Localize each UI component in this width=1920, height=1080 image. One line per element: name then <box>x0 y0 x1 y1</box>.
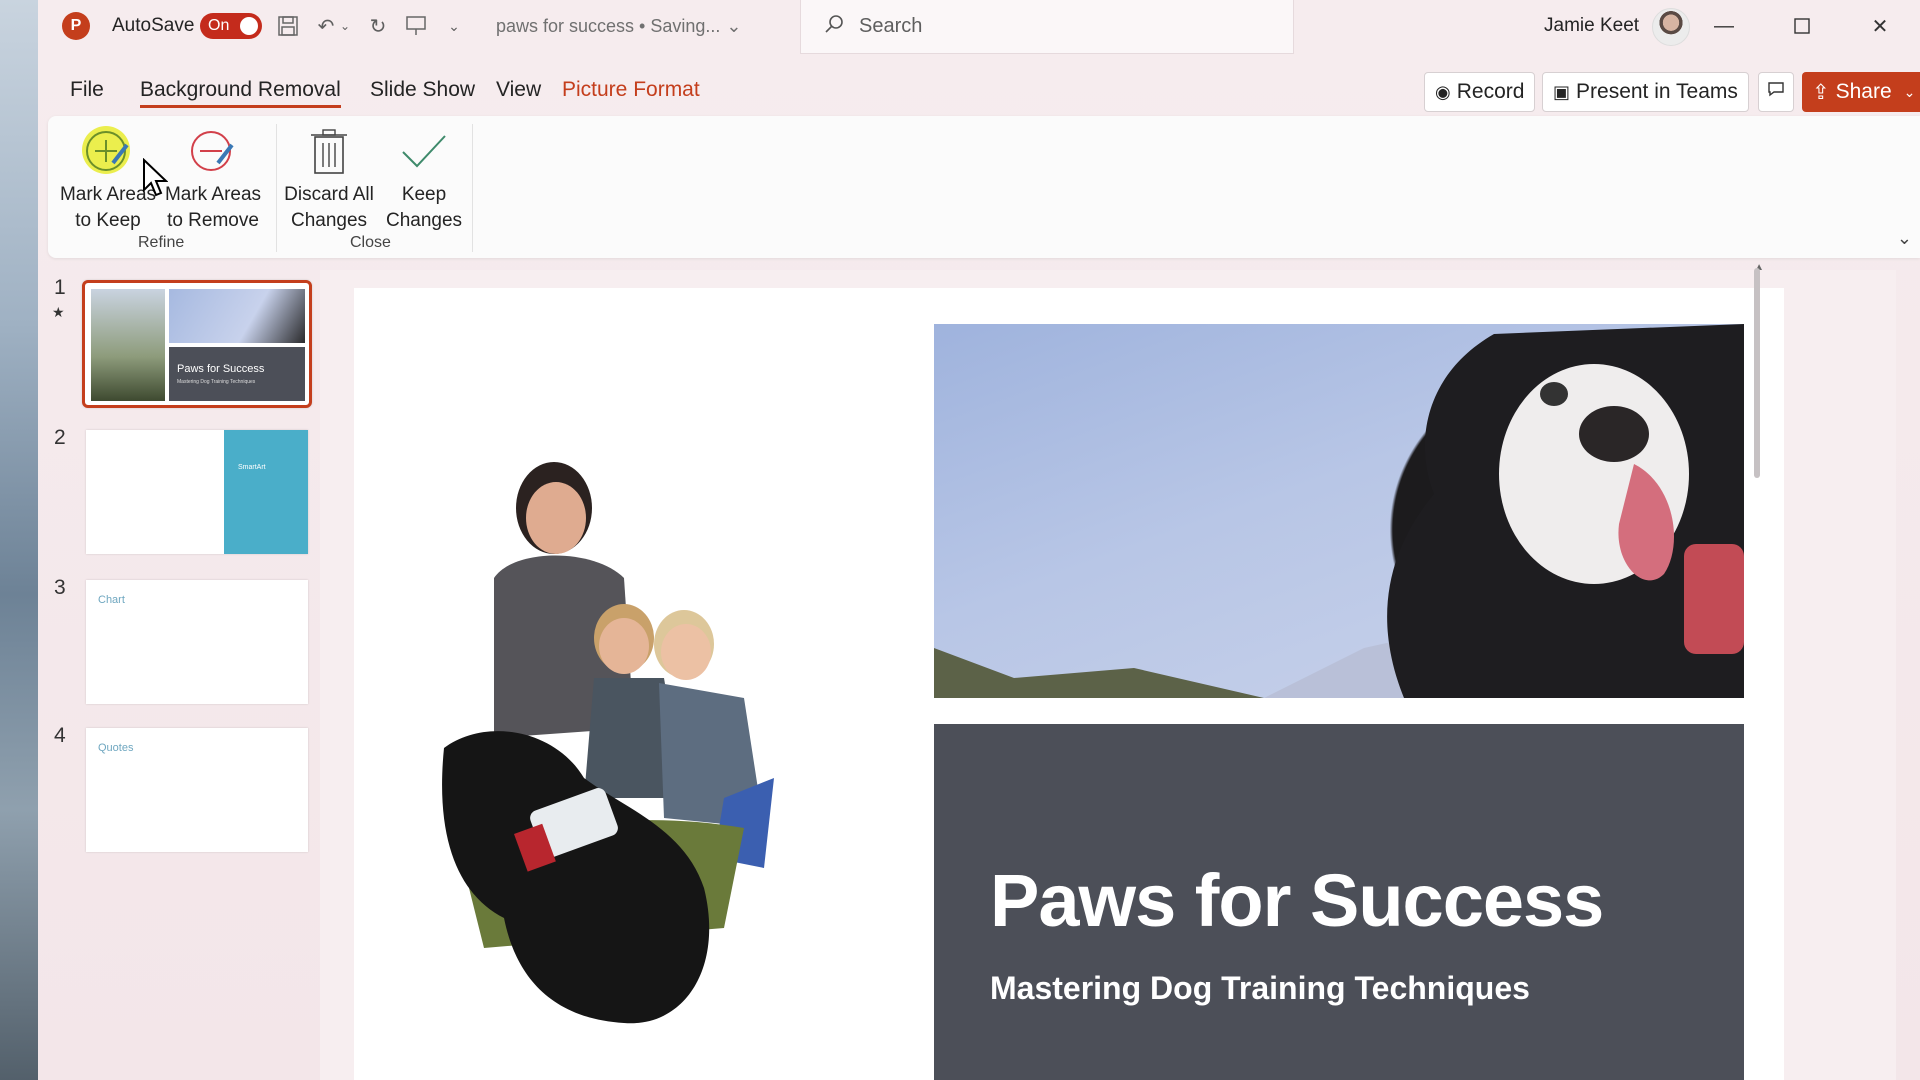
thumb-label: Quotes <box>98 742 134 754</box>
title-bar: P AutoSave On ↶ ⌄ ↻ ⌄ paws for success •… <box>38 0 1920 54</box>
slide-canvas[interactable]: Paws for Success Mastering Dog Training … <box>354 288 1784 1080</box>
tab-background-removal[interactable]: Background Removal <box>140 78 341 108</box>
comments-button[interactable] <box>1758 72 1794 112</box>
autosave-label: AutoSave <box>112 15 195 36</box>
title-panel: Paws for Success Mastering Dog Training … <box>934 724 1744 1080</box>
share-icon: ⇪ <box>1812 80 1830 104</box>
present-from-start-icon[interactable] <box>402 12 430 40</box>
checkmark-icon <box>382 122 466 182</box>
search-placeholder: Search <box>859 15 923 37</box>
share-button[interactable]: ⇪ Share ⌄ <box>1802 72 1920 112</box>
autosave-toggle[interactable]: On <box>200 13 262 39</box>
animation-star-icon: ★ <box>52 304 65 320</box>
ribbon-collapse-chevron-icon[interactable]: ⌄ <box>1897 228 1912 249</box>
slide-title[interactable]: Paws for Success <box>990 858 1604 943</box>
dog-sky-photo[interactable] <box>934 324 1744 698</box>
slide-number: 3 <box>54 576 66 599</box>
trash-icon <box>282 122 376 182</box>
group-separator <box>472 124 473 252</box>
redo-icon[interactable]: ↻ <box>364 12 392 40</box>
slide-thumbnail-panel: 1 ★ Paws for Success Mastering Dog Train… <box>38 262 318 1080</box>
slide-thumbnail-4[interactable]: Quotes <box>86 728 308 852</box>
maximize-icon[interactable] <box>1782 10 1822 42</box>
tab-view[interactable]: View <box>496 78 541 102</box>
chevron-down-icon: ⌄ <box>1903 83 1916 100</box>
thumb-title-panel: Paws for Success Mastering Dog Training … <box>169 347 305 401</box>
mouse-cursor-icon <box>143 158 168 197</box>
slide-number: 1 <box>54 276 66 299</box>
toggle-knob <box>240 17 258 35</box>
present-in-teams-label: Present in Teams <box>1576 80 1738 103</box>
ribbon: Mark Areas to Keep Mark Areas to Remove … <box>48 116 1920 258</box>
comment-icon <box>1767 80 1785 104</box>
teams-icon: ▣ <box>1553 81 1571 102</box>
mark-remove-label-1: Mark Areas <box>164 184 262 205</box>
discard-label-1: Discard All <box>284 184 374 205</box>
slide-subtitle[interactable]: Mastering Dog Training Techniques <box>990 970 1530 1007</box>
thumb-title: Paws for Success <box>177 363 265 375</box>
avatar[interactable] <box>1652 8 1690 46</box>
mark-remove-label-2: to Remove <box>167 210 259 231</box>
close-icon[interactable]: ✕ <box>1860 10 1900 42</box>
group-label-refine: Refine <box>138 234 185 251</box>
thumb-subtitle: Mastering Dog Training Techniques <box>177 379 256 385</box>
tab-picture-format[interactable]: Picture Format <box>562 78 700 102</box>
dog-face-graphic <box>1344 324 1744 698</box>
thumb-dog-photo <box>169 289 305 343</box>
customize-toolbar-icon[interactable]: ⌄ <box>440 12 468 40</box>
thumb-family-photo <box>91 289 165 401</box>
discard-label-2: Changes <box>290 210 368 231</box>
group-label-close: Close <box>350 234 391 251</box>
share-label: Share <box>1835 80 1892 103</box>
slide-thumbnail-1[interactable]: Paws for Success Mastering Dog Training … <box>82 280 312 408</box>
tab-slide-show[interactable]: Slide Show <box>370 78 475 102</box>
thumb-label: Chart <box>98 594 125 606</box>
mark-remove-icon <box>164 122 262 182</box>
mark-areas-to-remove-button[interactable]: Mark Areas to Remove <box>164 122 262 234</box>
family-dog-cutout-photo[interactable] <box>424 448 844 1028</box>
record-button[interactable]: ◉ Record <box>1424 72 1536 112</box>
slide-thumbnail-3[interactable]: Chart <box>86 580 308 704</box>
powerpoint-window: P AutoSave On ↶ ⌄ ↻ ⌄ paws for success •… <box>38 0 1920 1080</box>
powerpoint-logo-icon: P <box>62 12 90 40</box>
save-icon[interactable] <box>274 12 302 40</box>
search-input[interactable]: Search <box>800 0 1294 54</box>
undo-dropdown-chevron-icon[interactable]: ⌄ <box>336 12 354 40</box>
record-icon: ◉ <box>1435 81 1451 102</box>
slide-number: 4 <box>54 724 66 747</box>
present-in-teams-button[interactable]: ▣ Present in Teams <box>1542 72 1749 112</box>
discard-all-changes-button[interactable]: Discard All Changes <box>282 122 376 234</box>
desktop-background <box>0 0 38 1080</box>
user-name[interactable]: Jamie Keet <box>1544 15 1639 37</box>
slide-thumbnail-2[interactable]: SmartArt <box>86 430 308 554</box>
vertical-scrollbar[interactable] <box>1754 268 1760 478</box>
thumb-teal-panel: SmartArt <box>224 430 308 554</box>
tab-file[interactable]: File <box>70 78 104 102</box>
document-title[interactable]: paws for success • Saving... ⌄ <box>496 16 742 37</box>
document-title-text: paws for success • Saving... <box>496 16 721 36</box>
ribbon-tabs: File Background Removal Slide Show View … <box>38 60 1920 120</box>
autosave-state: On <box>208 17 230 34</box>
keep-label-2: Changes <box>385 210 463 231</box>
mark-keep-label-2: to Keep <box>75 210 141 231</box>
chevron-down-icon: ⌄ <box>726 16 742 36</box>
search-icon <box>823 13 845 41</box>
keep-label-1: Keep <box>401 184 447 205</box>
record-label: Record <box>1456 80 1525 103</box>
thumb-label: SmartArt <box>238 464 266 471</box>
keep-changes-button[interactable]: Keep Changes <box>382 122 466 234</box>
slide-number: 2 <box>54 426 66 449</box>
minimize-icon[interactable]: — <box>1704 10 1744 42</box>
group-separator <box>276 124 277 252</box>
